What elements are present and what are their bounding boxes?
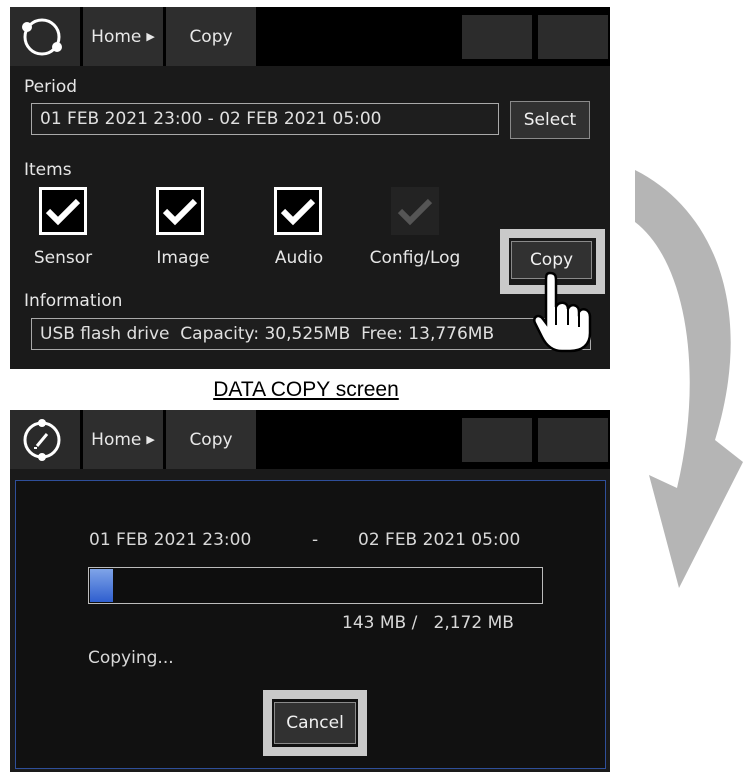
- sensor-checkbox[interactable]: [39, 187, 87, 235]
- breadcrumb-current-label: Copy: [189, 26, 233, 47]
- checkmark-icon: [162, 198, 198, 226]
- header-blank-button-2[interactable]: [538, 15, 608, 59]
- period-start-text: 01 FEB 2021 23:00: [89, 530, 252, 550]
- header-blank-button-1[interactable]: [462, 15, 532, 59]
- audio-checkbox[interactable]: [274, 187, 322, 235]
- copy-progress-bar: [88, 567, 543, 604]
- period-label: Period: [24, 77, 78, 97]
- progress-size-text: 143 MB / 2,172 MB: [342, 613, 514, 633]
- header-bar: Home ▶ Copy: [10, 410, 610, 469]
- checkmark-icon: [397, 198, 433, 226]
- information-label: Information: [24, 291, 123, 311]
- information-field: USB flash drive Capacity: 30,525MB Free:…: [31, 318, 591, 350]
- breadcrumb-home-label: Home: [91, 26, 142, 47]
- checkmark-icon: [280, 198, 316, 226]
- breadcrumb-current[interactable]: Copy: [166, 410, 256, 469]
- screen-caption: DATA COPY screen: [213, 378, 399, 401]
- ring-pencil-logo-icon: [23, 419, 61, 461]
- copy-progress-fill: [90, 569, 113, 602]
- breadcrumb-home[interactable]: Home ▶: [83, 410, 163, 469]
- breadcrumb-current-label: Copy: [189, 429, 233, 450]
- period-end-text: 02 FEB 2021 05:00: [358, 530, 521, 550]
- chevron-right-icon: ▶: [146, 30, 155, 43]
- config-log-label: Config/Log: [369, 248, 461, 268]
- data-copy-screen: Home ▶ Copy Period 01 FEB 2021 23:00 - 02…: [10, 7, 610, 369]
- header-blank-button-2[interactable]: [538, 418, 608, 462]
- breadcrumb-home[interactable]: Home ▶: [83, 7, 163, 66]
- image-label: Image: [156, 248, 210, 268]
- copying-status-text: Copying...: [88, 648, 174, 668]
- checkmark-icon: [45, 198, 81, 226]
- pointing-hand-icon: [533, 271, 592, 353]
- sensor-label: Sensor: [33, 248, 93, 268]
- header-blank-button-1[interactable]: [462, 418, 532, 462]
- header-bar: Home ▶ Copy: [10, 7, 610, 66]
- chevron-right-icon: ▶: [146, 433, 155, 446]
- items-label: Items: [24, 160, 72, 180]
- breadcrumb-home-label: Home: [91, 429, 142, 450]
- cancel-button[interactable]: Cancel: [274, 702, 356, 744]
- image-checkbox[interactable]: [156, 187, 204, 235]
- audio-label: Audio: [274, 248, 324, 268]
- copying-progress-screen: Home ▶ Copy 01 FEB 2021 23:00 - 02 FEB 20…: [10, 410, 610, 772]
- period-field[interactable]: 01 FEB 2021 23:00 - 02 FEB 2021 05:00: [31, 103, 499, 135]
- ring-logo-icon: [22, 18, 62, 56]
- config-log-checkbox[interactable]: [391, 187, 439, 235]
- menu-logo-button[interactable]: [10, 7, 80, 66]
- copy-progress-dialog: 01 FEB 2021 23:00 - 02 FEB 2021 05:00 14…: [15, 480, 606, 769]
- curved-down-arrow-icon: [635, 170, 743, 588]
- period-separator: -: [312, 530, 319, 550]
- select-button[interactable]: Select: [510, 101, 590, 139]
- menu-logo-button[interactable]: [10, 410, 80, 469]
- breadcrumb-current[interactable]: Copy: [166, 7, 256, 66]
